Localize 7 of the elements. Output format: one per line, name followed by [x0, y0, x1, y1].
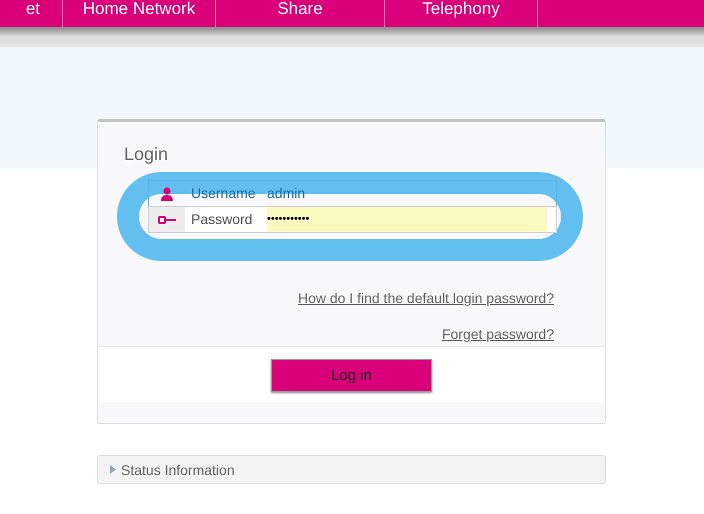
triangle-icon: [110, 465, 116, 474]
login-button[interactable]: Log in: [271, 359, 432, 392]
help-link[interactable]: Forget password?: [442, 326, 554, 342]
status-information-panel[interactable]: Status Information: [97, 455, 606, 484]
status-label: Status Information: [121, 462, 235, 478]
login-title: Login: [124, 144, 170, 165]
help-link[interactable]: How do I find the default login password?: [298, 290, 554, 306]
